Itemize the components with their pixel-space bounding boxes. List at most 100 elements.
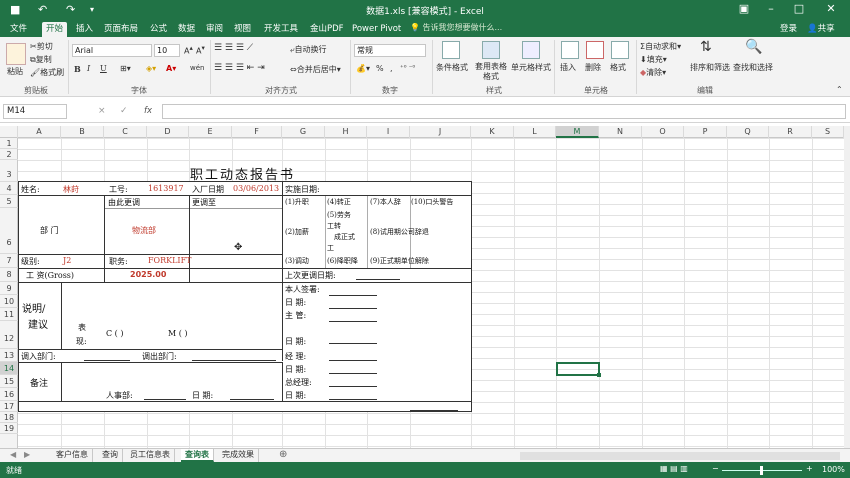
font-color-icon[interactable]: A▾ (166, 64, 176, 73)
name-box[interactable]: M14 (3, 104, 67, 119)
vertical-scrollbar[interactable] (844, 126, 850, 448)
autosum-button[interactable]: Σ自动求和▾ (640, 41, 681, 52)
clear-button[interactable]: ◆清除▾ (640, 67, 666, 78)
zoom-slider-thumb[interactable] (760, 466, 763, 475)
decrease-font-icon[interactable]: A▾ (196, 44, 205, 56)
font-name-select[interactable]: Arial (72, 44, 152, 57)
row-header[interactable]: 5 (0, 195, 18, 208)
tab-data[interactable]: 数据 (174, 22, 199, 37)
ribbon-options-icon[interactable]: ▣ (735, 2, 753, 15)
zoom-out-icon[interactable]: − (712, 464, 719, 473)
row-header[interactable]: 19 (0, 423, 18, 434)
italic-button[interactable]: I (87, 64, 90, 73)
font-size-select[interactable]: 10 (154, 44, 180, 57)
format-cells-icon[interactable] (611, 41, 629, 59)
login-link[interactable]: 登录 (780, 22, 797, 34)
row-header[interactable]: 2 (0, 149, 18, 160)
sheet-tab-employee-info[interactable]: 员工信息表 (126, 449, 175, 462)
tab-home[interactable]: 开始 (42, 22, 68, 37)
insert-cells-icon[interactable] (561, 41, 579, 59)
format-as-table-icon[interactable] (482, 41, 500, 59)
sheet-tab-customer-info[interactable]: 客户信息 (52, 449, 93, 462)
paste-button[interactable]: 粘贴 (7, 66, 23, 77)
column-header[interactable]: O (642, 126, 684, 138)
bold-button[interactable]: B (74, 64, 81, 74)
sort-filter-button[interactable]: 排序和筛选 (690, 62, 730, 73)
add-sheet-icon[interactable]: ⊕ (279, 449, 287, 460)
phonetic-icon[interactable]: wén (190, 64, 204, 72)
minimize-icon[interactable]: – (762, 2, 780, 15)
column-header[interactable]: E (189, 126, 232, 138)
row-header[interactable]: 16 (0, 388, 18, 401)
insert-function-icon[interactable]: fx (144, 106, 152, 116)
fill-button[interactable]: ⬇填充▾ (640, 54, 667, 65)
tab-page-layout[interactable]: 页面布局 (100, 22, 142, 37)
cut-button[interactable]: ✂剪切 (30, 41, 53, 52)
delete-cells-button[interactable]: 删除 (585, 62, 601, 73)
tab-file[interactable]: 文件 (6, 22, 31, 37)
worksheet-grid[interactable]: 职工动态报告书 姓名: 林莳 工号: 1613917 入厂日期 03/06/20… (18, 138, 844, 448)
sheet-tab-query-table[interactable]: 查询表 (181, 449, 214, 462)
select-all-corner[interactable] (0, 126, 18, 138)
tab-review[interactable]: 审阅 (202, 22, 227, 37)
column-header[interactable]: K (471, 126, 514, 138)
cancel-icon[interactable]: × (98, 106, 106, 116)
row-header[interactable]: 17 (0, 401, 18, 412)
zoom-level[interactable]: 100% (822, 465, 845, 474)
align-top-icons[interactable]: ☰ ☰ ☰ ⟋ (214, 43, 253, 53)
fill-handle[interactable] (597, 373, 601, 377)
tab-view[interactable]: 视图 (230, 22, 255, 37)
increase-font-icon[interactable]: A▴ (184, 44, 193, 56)
row-header[interactable]: 8 (0, 268, 18, 282)
collapse-ribbon-icon[interactable]: ⌃ (836, 85, 843, 94)
view-mode-icons[interactable]: ▦ ▤ ▥ (660, 464, 688, 473)
column-header[interactable]: C (104, 126, 147, 138)
sheet-tab-query[interactable]: 查询 (98, 449, 123, 462)
row-header[interactable]: 18 (0, 412, 18, 423)
copy-button[interactable]: ⧉复制 (30, 54, 52, 65)
formula-input[interactable] (162, 104, 846, 119)
horizontal-scrollbar[interactable] (520, 452, 840, 460)
column-header-selected[interactable]: M (556, 126, 599, 138)
scroll-left-icon[interactable]: ◀ (10, 450, 16, 459)
zoom-in-icon[interactable]: + (806, 464, 813, 473)
column-header[interactable]: I (367, 126, 410, 138)
row-header[interactable]: 3 (0, 160, 18, 182)
find-select-icon[interactable]: 🔍 (745, 39, 762, 55)
row-header[interactable]: 6 (0, 208, 18, 254)
conditional-format-button[interactable]: 条件格式 (436, 62, 468, 73)
row-header-selected[interactable]: 14 (0, 362, 18, 375)
tab-wps-pdf[interactable]: 金山PDF (306, 22, 348, 37)
tab-developer[interactable]: 开发工具 (260, 22, 302, 37)
column-header[interactable]: F (232, 126, 282, 138)
tell-me-search[interactable]: 💡 告诉我您想要做什么... (410, 22, 502, 33)
decimal-icons[interactable]: ⁺⁰ ⁻⁰ (400, 64, 415, 72)
row-header[interactable]: 7 (0, 254, 18, 268)
percent-button[interactable]: % (376, 64, 384, 73)
format-as-table-button[interactable]: 套用表格格式 (472, 62, 510, 82)
align-left-icons[interactable]: ☰ ☰ ☰ ⇤ ⇥ (214, 63, 265, 73)
maximize-icon[interactable]: □ (790, 2, 808, 15)
column-header[interactable]: H (325, 126, 367, 138)
paste-icon[interactable] (6, 43, 26, 65)
column-header[interactable]: L (514, 126, 556, 138)
tab-formulas[interactable]: 公式 (146, 22, 171, 37)
column-header[interactable]: Q (727, 126, 769, 138)
cell-styles-icon[interactable] (522, 41, 540, 59)
column-header[interactable]: S (812, 126, 844, 138)
row-header[interactable]: 12 (0, 321, 18, 349)
close-icon[interactable]: ✕ (822, 2, 840, 15)
insert-cells-button[interactable]: 插入 (560, 62, 576, 73)
column-header[interactable]: N (599, 126, 642, 138)
row-header[interactable]: 10 (0, 295, 18, 308)
row-header[interactable]: 11 (0, 308, 18, 321)
conditional-format-icon[interactable] (442, 41, 460, 59)
fill-color-icon[interactable]: ◈▾ (146, 64, 156, 73)
format-cells-button[interactable]: 格式 (610, 62, 626, 73)
column-header[interactable]: G (282, 126, 325, 138)
currency-icon[interactable]: 💰▾ (356, 64, 370, 73)
underline-button[interactable]: U (100, 64, 107, 73)
tab-insert[interactable]: 插入 (72, 22, 97, 37)
active-cell[interactable] (556, 362, 600, 376)
column-header[interactable]: B (61, 126, 104, 138)
